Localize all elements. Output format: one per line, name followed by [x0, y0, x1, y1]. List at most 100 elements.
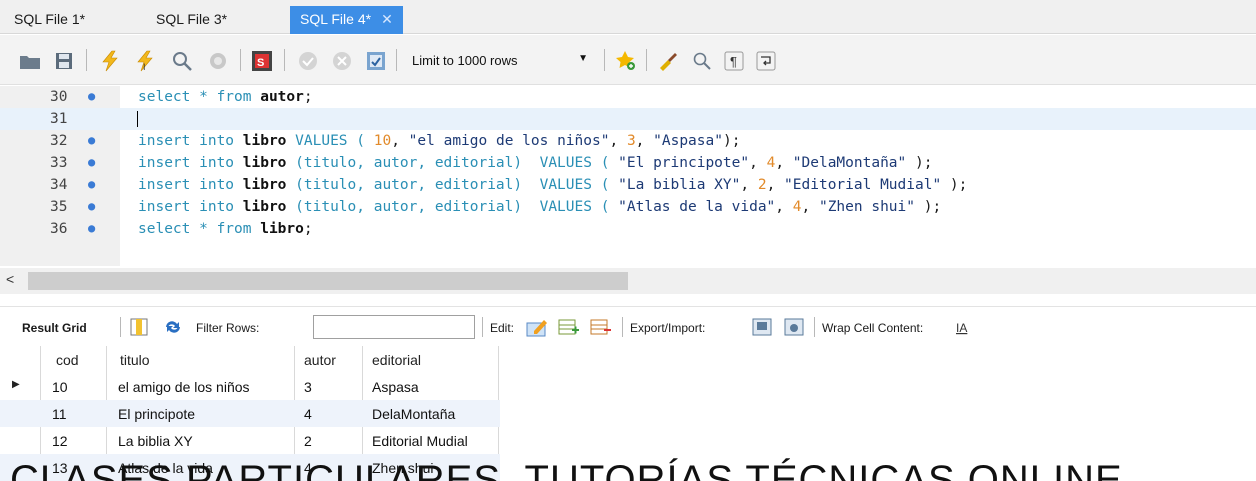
- line-number: 31: [50, 111, 68, 127]
- import-icon[interactable]: [784, 317, 806, 337]
- code-text: select * from libro;: [138, 221, 313, 237]
- cell-autor[interactable]: 4: [304, 406, 312, 422]
- scroll-left-icon[interactable]: <: [6, 271, 14, 287]
- statement-dot-icon: ●: [88, 177, 96, 191]
- save-icon[interactable]: [52, 49, 76, 73]
- tab-label: SQL File 3*: [156, 11, 228, 27]
- delete-row-icon[interactable]: [590, 317, 612, 337]
- tab-label: SQL File 4*: [300, 11, 372, 27]
- commit-icon[interactable]: [296, 49, 320, 73]
- toggle-error-icon[interactable]: S: [250, 49, 274, 73]
- export-import-label: Export/Import:: [630, 321, 706, 335]
- execute-lightning-icon[interactable]: [98, 49, 122, 73]
- watermark-text: CLASES PARTICULARES, TUTORÍAS TÉCNICAS O…: [10, 458, 1123, 481]
- tab-sql-file-4[interactable]: SQL File 4* ✕: [290, 6, 403, 34]
- horizontal-scrollbar[interactable]: <: [0, 268, 1256, 294]
- wrap-cell-icon[interactable]: IA: [952, 317, 974, 337]
- cell-titulo[interactable]: el amigo de los niños: [118, 379, 250, 395]
- cell-cod[interactable]: 12: [52, 433, 68, 449]
- tab-sql-file-3[interactable]: SQL File 3*: [146, 8, 237, 34]
- column-header-titulo[interactable]: titulo: [120, 352, 150, 368]
- code-text: insert into libro (titulo, autor, editor…: [138, 177, 968, 193]
- code-line[interactable]: 30 ● select * from autor;: [0, 86, 1256, 108]
- wrap-cell-content-label: Wrap Cell Content:: [822, 321, 924, 335]
- scrollbar-thumb[interactable]: [28, 272, 628, 290]
- table-row[interactable]: 11 El principote 4 DelaMontaña: [0, 400, 500, 427]
- line-number: 33: [50, 155, 68, 171]
- autocommit-icon[interactable]: [364, 49, 388, 73]
- code-line[interactable]: 34 ● insert into libro (titulo, autor, e…: [0, 174, 1256, 196]
- insert-row-icon[interactable]: [558, 317, 580, 337]
- toolbar-separator: [240, 49, 241, 71]
- invisible-chars-pilcrow-icon[interactable]: ¶: [722, 49, 746, 73]
- close-icon[interactable]: ✕: [381, 11, 393, 27]
- refresh-icon[interactable]: [162, 317, 184, 337]
- toolbar-separator: [86, 49, 87, 71]
- column-header-cod[interactable]: cod: [56, 352, 79, 368]
- cell-autor[interactable]: 3: [304, 379, 312, 395]
- toolbar-separator: [604, 49, 605, 71]
- toolbar-separator: [814, 317, 815, 337]
- current-row-arrow-icon: ▶: [12, 379, 20, 390]
- line-number: 32: [50, 133, 68, 149]
- svg-text:I: I: [143, 62, 146, 72]
- code-text: insert into libro (titulo, autor, editor…: [138, 155, 933, 171]
- export-icon[interactable]: [752, 317, 774, 337]
- cell-autor[interactable]: 2: [304, 433, 312, 449]
- statement-dot-icon: ●: [88, 133, 96, 147]
- filter-rows-label: Filter Rows:: [196, 321, 260, 335]
- code-line[interactable]: 32 ● insert into libro VALUES ( 10, "el …: [0, 130, 1256, 152]
- code-line-current[interactable]: 31: [0, 108, 1256, 130]
- toolbar-separator: [646, 49, 647, 71]
- code-line[interactable]: 35 ● insert into libro (titulo, autor, e…: [0, 196, 1256, 218]
- cell-titulo[interactable]: La biblia XY: [118, 433, 193, 449]
- stop-icon[interactable]: [206, 49, 230, 73]
- statement-dot-icon: ●: [88, 199, 96, 213]
- svg-text:IA: IA: [956, 321, 967, 335]
- chevron-down-icon: ▼: [578, 53, 588, 64]
- cell-cod[interactable]: 10: [52, 379, 68, 395]
- code-text: insert into libro VALUES ( 10, "el amigo…: [138, 133, 741, 149]
- rollback-icon[interactable]: [330, 49, 354, 73]
- filter-rows-input[interactable]: [313, 315, 475, 339]
- result-grid-tab[interactable]: Result Grid: [22, 321, 87, 335]
- toolbar-separator: [482, 317, 483, 337]
- find-magnifier-icon[interactable]: [690, 49, 714, 73]
- edit-row-pencil-icon[interactable]: [526, 317, 548, 337]
- limit-rows-label: Limit to 1000 rows: [412, 53, 518, 68]
- cell-editorial[interactable]: Editorial Mudial: [372, 433, 468, 449]
- editor-tab-bar: SQL File 1* SQL File 3* SQL File 4* ✕: [0, 0, 1256, 34]
- statement-dot-icon: ●: [88, 89, 96, 103]
- code-line[interactable]: 33 ● insert into libro (titulo, autor, e…: [0, 152, 1256, 174]
- tab-sql-file-1[interactable]: SQL File 1*: [4, 8, 95, 34]
- table-row[interactable]: 12 La biblia XY 2 Editorial Mudial: [0, 427, 500, 454]
- toolbar-separator: [396, 49, 397, 71]
- tab-label: SQL File 1*: [14, 11, 86, 27]
- cell-editorial[interactable]: DelaMontaña: [372, 406, 455, 422]
- result-toolbar: Result Grid Filter Rows: Edit: Export/Im…: [0, 306, 1256, 346]
- column-header-autor[interactable]: autor: [304, 352, 336, 368]
- cell-titulo[interactable]: El principote: [118, 406, 195, 422]
- cell-editorial[interactable]: Aspasa: [372, 379, 419, 395]
- line-number: 35: [50, 199, 68, 215]
- code-text: select * from autor;: [138, 89, 313, 105]
- wrap-lines-icon[interactable]: [754, 49, 778, 73]
- code-line[interactable]: 36 ● select * from libro;: [0, 218, 1256, 240]
- toolbar-separator: [120, 317, 121, 337]
- explain-magnifier-icon[interactable]: [170, 49, 194, 73]
- svg-text:¶: ¶: [730, 54, 737, 69]
- text-caret: [137, 111, 138, 127]
- open-folder-icon[interactable]: [18, 49, 42, 73]
- execute-current-statement-icon[interactable]: I: [134, 49, 158, 73]
- sql-editor[interactable]: 30 ● select * from autor; 31 32 ● insert…: [0, 86, 1256, 266]
- cell-cod[interactable]: 11: [52, 406, 67, 422]
- limit-rows-select[interactable]: Limit to 1000 rows ▼: [404, 49, 594, 73]
- line-number: 34: [50, 177, 68, 193]
- grid-layout-icon[interactable]: [128, 317, 150, 337]
- svg-text:S: S: [257, 57, 264, 69]
- table-row[interactable]: ▶ 10 el amigo de los niños 3 Aspasa: [0, 373, 500, 400]
- beautify-broom-icon[interactable]: [656, 49, 680, 73]
- add-snippet-star-icon[interactable]: [614, 49, 638, 73]
- column-header-editorial[interactable]: editorial: [372, 352, 421, 368]
- statement-dot-icon: ●: [88, 221, 96, 235]
